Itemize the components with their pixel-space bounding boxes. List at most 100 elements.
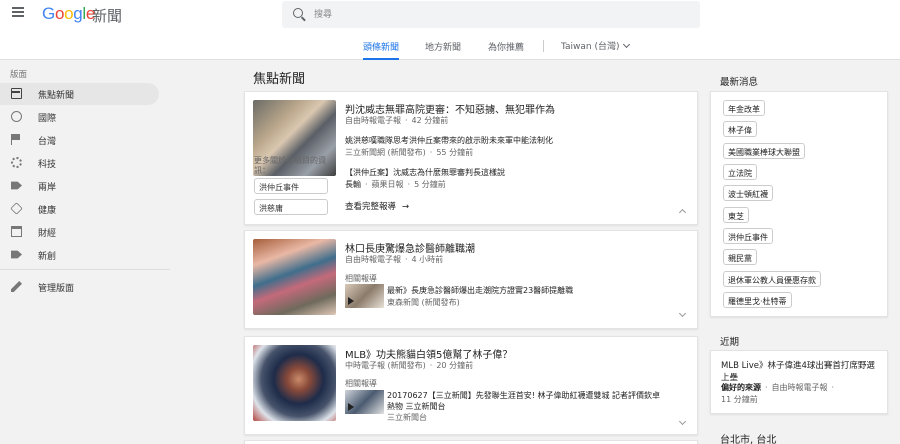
recent-card: MLB Live》林子偉進4球出賽首打席野選 上壘 偏好的來源 · 自由時報電子報 ·… xyxy=(710,350,888,414)
tag-icon xyxy=(11,250,22,259)
sidebar-divider xyxy=(0,269,170,270)
tab-top-stories[interactable]: 頭條新聞 xyxy=(363,40,400,60)
topic-chip[interactable]: 羅德里戈·杜特蒂 xyxy=(723,292,792,308)
sidebar-item-manage-sections[interactable]: 管理版面 xyxy=(0,276,159,298)
topic-chip[interactable]: 洪慈庸 xyxy=(254,199,328,215)
flag-icon xyxy=(11,134,22,145)
related-video-thumbnail[interactable] xyxy=(345,390,384,414)
related-title[interactable]: 最新》長庚急診醫師爆出走潮院方證實23醫師提離職 xyxy=(387,285,573,296)
sub-story-source[interactable]: 三立新聞網 (新聞發布) xyxy=(345,148,426,157)
recent-story-title[interactable]: MLB Live》林子偉進4球出賽首打席野選 xyxy=(721,359,875,371)
related-video-thumbnail[interactable] xyxy=(345,284,384,308)
preferred-source-label: 偏好的來源 xyxy=(721,383,761,392)
chevron-down-icon xyxy=(622,40,630,49)
story-source[interactable]: 自由時報電子報 xyxy=(345,116,401,125)
sidebar-item-label: 兩岸 xyxy=(38,183,57,193)
sub-story-meta: 三立新聞網 (新聞發布) · 55 分鐘前 xyxy=(345,148,474,157)
sub-story-author[interactable]: 長輸 xyxy=(345,180,361,189)
sidebar-item-world[interactable]: 國際 xyxy=(0,106,159,128)
top-bar: Google 新聞 頭條新聞 地方新聞 為你推薦 Taiwan (台灣) xyxy=(0,0,900,60)
tab-for-you[interactable]: 為你推薦 xyxy=(488,40,524,60)
topic-chip[interactable]: 立法院 xyxy=(723,164,757,180)
sidebar-item-label: 焦點新聞 xyxy=(38,91,75,101)
related-label: 相關報導 xyxy=(345,274,377,283)
sidebar-item-finance[interactable]: 財經 xyxy=(0,221,159,243)
sidebar-item-label: 台灣 xyxy=(38,137,57,147)
story-time: 4 小時前 xyxy=(411,255,444,264)
sub-story-title[interactable]: 【洪仲丘案】沈威志為什麼無罪審判長這樣說 xyxy=(345,167,505,178)
chevron-up-icon[interactable] xyxy=(678,208,687,217)
topic-chip[interactable]: 洪仲丘事件 xyxy=(723,228,773,244)
recent-story-time: 11 分鐘前 xyxy=(721,395,758,404)
story-source[interactable]: 自由時報電子報 xyxy=(345,255,401,264)
search-box[interactable] xyxy=(282,1,700,28)
play-icon xyxy=(348,403,354,411)
sidebar-item-cross-strait[interactable]: 兩岸 xyxy=(0,175,159,197)
story-meta: 自由時報電子報 · 4 小時前 xyxy=(345,255,444,264)
arrow-right-icon: → xyxy=(402,202,410,212)
sidebar-item-startups[interactable]: 新創 xyxy=(0,244,159,266)
tab-local[interactable]: 地方新聞 xyxy=(425,40,461,60)
sidebar-item-tech[interactable]: 科技 xyxy=(0,152,159,174)
search-icon[interactable] xyxy=(293,8,303,18)
bike-icon xyxy=(10,202,23,215)
recent-story-meta: 偏好的來源 · 自由時報電子報 · xyxy=(721,383,835,392)
sidebar-heading: 版面 xyxy=(10,70,28,80)
menu-icon[interactable] xyxy=(12,7,24,19)
building-icon xyxy=(11,226,22,237)
see-full-coverage-label: 查看完整報導 xyxy=(345,202,397,212)
topic-chip[interactable]: 東芝 xyxy=(723,207,749,223)
sub-story-time: 5 分鐘前 xyxy=(414,180,446,189)
region-label: Taiwan (台灣) xyxy=(561,42,620,52)
weather-location: 台北市, 台北 xyxy=(720,435,777,444)
topic-chip[interactable]: 年金改革 xyxy=(723,100,765,116)
region-selector[interactable]: Taiwan (台灣) xyxy=(561,39,630,52)
recent-story-source[interactable]: 自由時報電子報 xyxy=(772,383,828,392)
sidebar-item-headlines[interactable]: 焦點新聞 xyxy=(0,83,159,105)
recent-title: 近期 xyxy=(720,337,740,348)
sidebar-item-label: 健康 xyxy=(38,206,57,216)
related-title-line2[interactable]: 熱物 三立新聞台 xyxy=(387,401,446,412)
story-title[interactable]: MLB》功夫熊貓白領5億幫了林子偉？ xyxy=(345,346,512,361)
related-source[interactable]: 三立新聞台 xyxy=(387,412,427,423)
story-time: 42 分鐘前 xyxy=(411,116,449,125)
pencil-icon xyxy=(11,281,22,292)
story-source[interactable]: 中時電子報 xyxy=(345,361,385,370)
story-title[interactable]: 判沈威志無罪高院更審：不知惡擄、無犯罪作為 xyxy=(345,101,555,116)
related-source[interactable]: 東森新聞 (新聞發布) xyxy=(387,297,460,308)
chevron-down-icon[interactable] xyxy=(678,417,687,426)
sidebar-item-label: 財經 xyxy=(38,229,57,239)
sub-story-meta: 長輸 · 蘋果日報 · 5 分鐘前 xyxy=(345,180,446,189)
topic-chip[interactable]: 美國職業棒球大聯盟 xyxy=(723,143,805,159)
topic-chip[interactable]: 親民黨 xyxy=(723,249,757,265)
sidebar-item-label: 新創 xyxy=(38,252,57,262)
story-title[interactable]: 林口長庚驚爆急診醫師離職潮 xyxy=(345,240,475,255)
related-label: 相關報導 xyxy=(345,379,377,388)
story-image[interactable] xyxy=(253,345,336,421)
story-meta: 中時電子報 (新聞發布) · 20 分鐘前 xyxy=(345,361,474,370)
sub-story-title[interactable]: 姚洪慈嘆職隊思考洪仲丘案帶來的啟示盼未來軍中能法制化 xyxy=(345,135,553,146)
sidebar-item-label: 國際 xyxy=(38,114,57,124)
topic-chip[interactable]: 林子偉 xyxy=(723,121,757,137)
sidebar: 版面 焦點新聞 國際 台灣 科技 兩岸 健康 財經 新創 管理版面 xyxy=(0,61,170,444)
story-image[interactable] xyxy=(253,239,336,315)
story-time: 20 分鐘前 xyxy=(436,361,474,370)
topic-chip[interactable]: 波士頓紅襪 xyxy=(723,185,773,201)
google-logo[interactable]: Google xyxy=(42,4,95,24)
sidebar-item-taiwan[interactable]: 台灣 xyxy=(0,129,159,151)
sidebar-item-label: 科技 xyxy=(38,160,57,170)
search-input[interactable] xyxy=(314,5,684,24)
see-full-coverage-link[interactable]: 查看完整報導 → xyxy=(345,200,409,212)
sub-story-source[interactable]: 蘋果日報 xyxy=(372,180,404,189)
topic-chip[interactable]: 洪仲丘事件 xyxy=(254,178,328,194)
more-info-label: 更多關於此項目的資訊： xyxy=(254,156,326,175)
sidebar-item-health[interactable]: 健康 xyxy=(0,198,159,220)
topic-chip[interactable]: 退休軍公教人員優惠存款 xyxy=(723,271,821,287)
sidebar-item-label: 管理版面 xyxy=(38,284,75,294)
chevron-down-icon[interactable] xyxy=(678,309,687,318)
related-title[interactable]: 20170627【三立新聞】先發聯生涯首安! 林子偉助紅襪遭雙城 記者評價欽卓 xyxy=(387,390,660,401)
gear-icon xyxy=(11,157,22,168)
latest-topics-card: 年金改革 林子偉 美國職業棒球大聯盟 立法院 波士頓紅襪 東芝 洪仲丘事件 親民… xyxy=(710,91,888,317)
latest-news-title: 最新消息 xyxy=(720,77,759,88)
story-card xyxy=(244,440,698,444)
